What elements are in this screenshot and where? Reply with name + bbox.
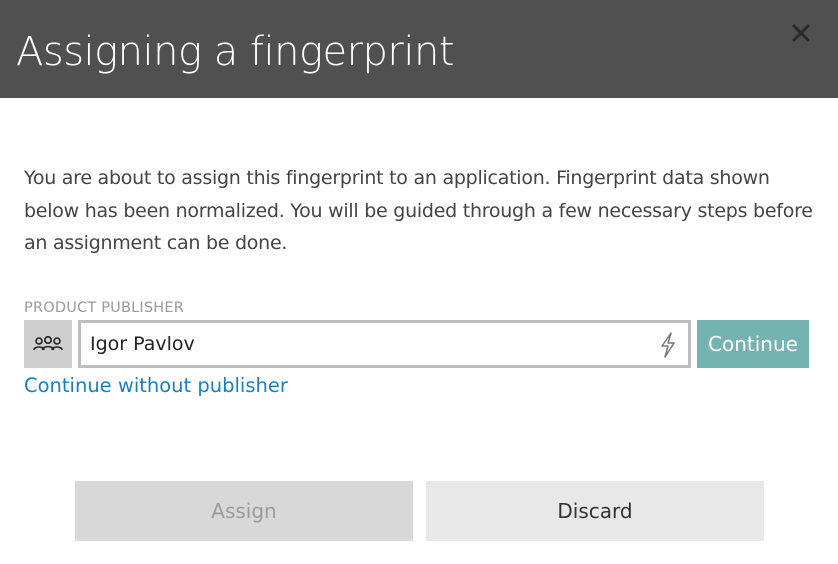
dialog-description: You are about to assign this fingerprint… <box>24 167 813 254</box>
lightning-icon[interactable] <box>658 332 678 358</box>
continue-without-publisher-link[interactable]: Continue without publisher <box>24 372 288 400</box>
dialog-header: Assigning a fingerprint <box>0 0 838 98</box>
discard-button[interactable]: Discard <box>426 481 764 541</box>
dialog-title: Assigning a fingerprint <box>16 29 455 75</box>
close-icon[interactable] <box>788 20 814 46</box>
publisher-input-field[interactable] <box>78 320 691 368</box>
publisher-input[interactable] <box>81 323 651 365</box>
users-group-icon <box>24 320 72 368</box>
continue-button[interactable]: Continue <box>697 320 809 368</box>
product-publisher-label: PRODUCT PUBLISHER <box>24 300 185 316</box>
assign-button[interactable]: Assign <box>75 481 413 541</box>
